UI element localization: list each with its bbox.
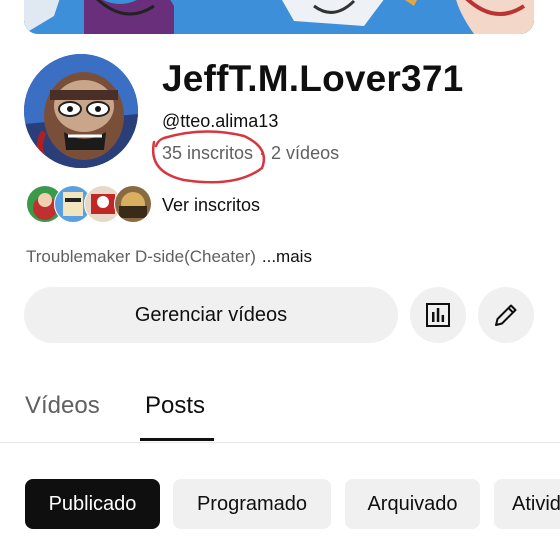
tab-videos[interactable]: Vídeos [25,392,100,420]
description-text: Troublemaker D-side(Cheater) [26,247,256,266]
channel-name: JeffT.M.Lover371 [162,58,464,99]
subscriber-count: 35 inscritos [162,143,254,163]
chip-programado[interactable]: Programado [173,479,331,529]
channel-tabs: Vídeos Posts [0,380,560,443]
channel-description[interactable]: Troublemaker D-side(Cheater) ...mais [26,247,312,267]
manage-videos-button[interactable]: Gerenciar vídeos [24,287,398,343]
video-count: 2 vídeos [271,143,340,163]
bar-chart-icon [426,303,450,327]
subscriber-avatars[interactable] [26,185,152,223]
tab-posts[interactable]: Posts [145,392,205,420]
channel-handle: @tteo.alima13 [162,111,279,131]
chip-arquivado[interactable]: Arquivado [345,479,480,529]
channel-banner [24,0,534,34]
analytics-button[interactable] [410,287,466,343]
chip-publicado[interactable]: Publicado [25,479,160,529]
chip-atividade[interactable]: Ativid [494,479,560,529]
edit-channel-button[interactable] [478,287,534,343]
pencil-icon [495,304,517,326]
more-link[interactable]: ...mais [262,247,312,266]
stats-separator: · [259,143,266,163]
subscriber-avatar [114,185,152,223]
channel-avatar[interactable] [24,54,138,168]
channel-stats: 35 inscritos · 2 vídeos [162,143,339,164]
view-subscribers-link[interactable]: Ver inscritos [162,195,260,216]
active-tab-indicator [140,438,214,441]
filter-chips: Publicado Programado Arquivado Ativid [0,479,560,529]
